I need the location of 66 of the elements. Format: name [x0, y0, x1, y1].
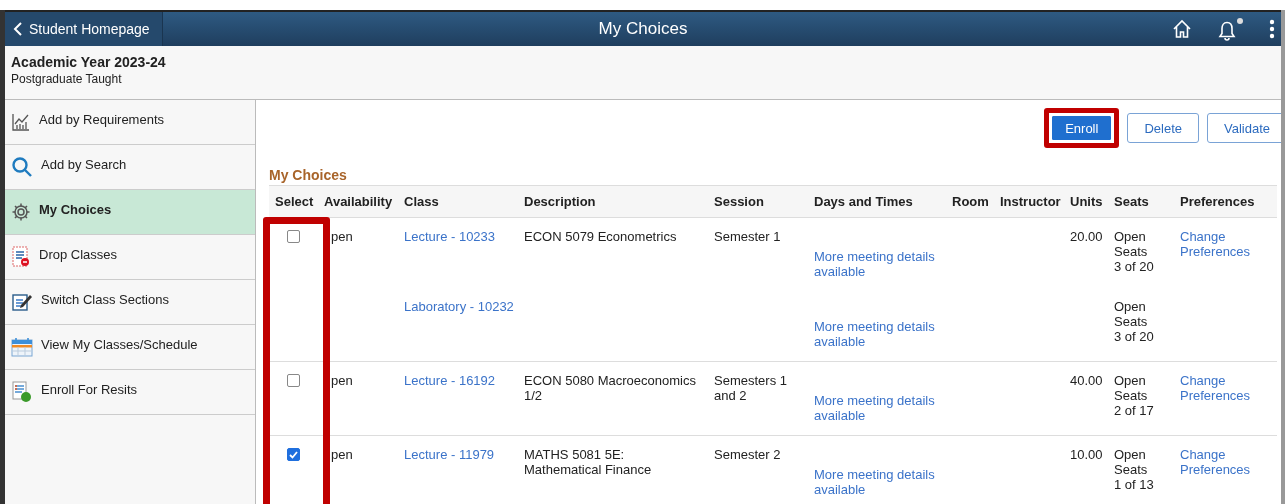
sidebar-item[interactable]: Drop Classes: [5, 235, 255, 280]
chevron-left-icon: [13, 22, 23, 36]
career-label: Postgraduate Taught: [11, 72, 123, 86]
section-title: My Choices: [269, 167, 348, 183]
class-link[interactable]: Lecture - 11979: [404, 447, 495, 462]
table-cell: ECON 5080 Macroeconomics 1/2: [524, 373, 696, 403]
table-cell-text: Open Seats 3 of 20: [1114, 299, 1155, 344]
document-remove-icon: [11, 246, 31, 268]
table-cell: 10.00: [1070, 447, 1103, 462]
meeting-details-link[interactable]: More meeting details available: [814, 319, 940, 349]
column-header: Preferences: [1179, 194, 1256, 209]
sidebar-item[interactable]: Enroll For Resits: [5, 370, 255, 415]
sidebar-item[interactable]: My Choices: [5, 190, 255, 235]
table-cell: Semester 1: [714, 229, 781, 244]
enroll-button[interactable]: Enroll: [1052, 116, 1112, 140]
column-header: Seats: [1113, 194, 1150, 209]
back-button[interactable]: Student Homepage: [5, 12, 163, 46]
class-link[interactable]: Lecture - 16192: [404, 373, 496, 388]
column-header: Select: [274, 194, 315, 209]
edit-document-icon: [11, 291, 33, 313]
column-header: Units: [1069, 194, 1104, 209]
document-badge-icon: [11, 381, 33, 403]
search-icon: [11, 156, 33, 178]
sidebar-item[interactable]: View My Classes/Schedule: [5, 325, 255, 370]
checkbox[interactable]: [287, 448, 300, 461]
notification-icon[interactable]: [1218, 17, 1243, 41]
table-cell: pen: [331, 373, 353, 388]
class-link[interactable]: Laboratory - 10232: [404, 299, 514, 314]
more-options-icon[interactable]: [1269, 19, 1275, 39]
action-button[interactable]: Validate: [1207, 113, 1281, 143]
table-cell-text: Open Seats 1 of 13: [1114, 447, 1155, 492]
gear-icon: [11, 202, 31, 222]
meeting-details-link[interactable]: More meeting details available: [814, 467, 940, 497]
table-cell: Semester 2: [714, 447, 781, 462]
column-header: Description: [523, 194, 597, 209]
preferences-link[interactable]: Change Preferences: [1180, 447, 1260, 477]
meeting-details-link[interactable]: More meeting details available: [814, 249, 940, 279]
column-header: Instructor: [999, 194, 1062, 209]
page-title: My Choices: [598, 19, 688, 39]
table-cell: ECON 5079 Econometrics: [524, 229, 677, 244]
preferences-link[interactable]: Change Preferences: [1180, 229, 1260, 259]
class-link[interactable]: Lecture - 10233: [404, 229, 496, 244]
table-cell: MATHS 5081 5E: Mathematical Finance: [524, 447, 652, 477]
table-cell-text: Open Seats 3 of 20: [1114, 229, 1155, 274]
table-cell: pen: [331, 229, 353, 244]
meeting-details-link[interactable]: More meeting details available: [814, 393, 940, 423]
chart-icon: [11, 112, 31, 132]
checkbox[interactable]: [287, 374, 300, 387]
table-cell: pen: [331, 447, 353, 462]
table-cell: 40.00: [1070, 373, 1103, 388]
column-header: Class: [403, 194, 440, 209]
home-icon[interactable]: [1172, 19, 1192, 39]
action-button[interactable]: Delete: [1127, 113, 1199, 143]
preferences-link[interactable]: Change Preferences: [1180, 373, 1260, 403]
column-header: Availability: [323, 194, 394, 209]
sidebar-item[interactable]: Switch Class Sections: [5, 280, 255, 325]
column-header: Days and Times: [813, 194, 914, 209]
table-cell: 20.00: [1070, 229, 1103, 244]
term-title: Academic Year 2023-24: [11, 54, 167, 70]
checkbox[interactable]: [287, 230, 300, 243]
sidebar-item[interactable]: Add by Requirements: [5, 100, 255, 145]
table-cell-text: Open Seats 2 of 17: [1114, 373, 1155, 418]
table-cell: Semesters 1 and 2: [714, 373, 787, 403]
column-header: Session: [713, 194, 765, 209]
calendar-icon: [11, 337, 33, 357]
column-header: Room: [951, 194, 990, 209]
